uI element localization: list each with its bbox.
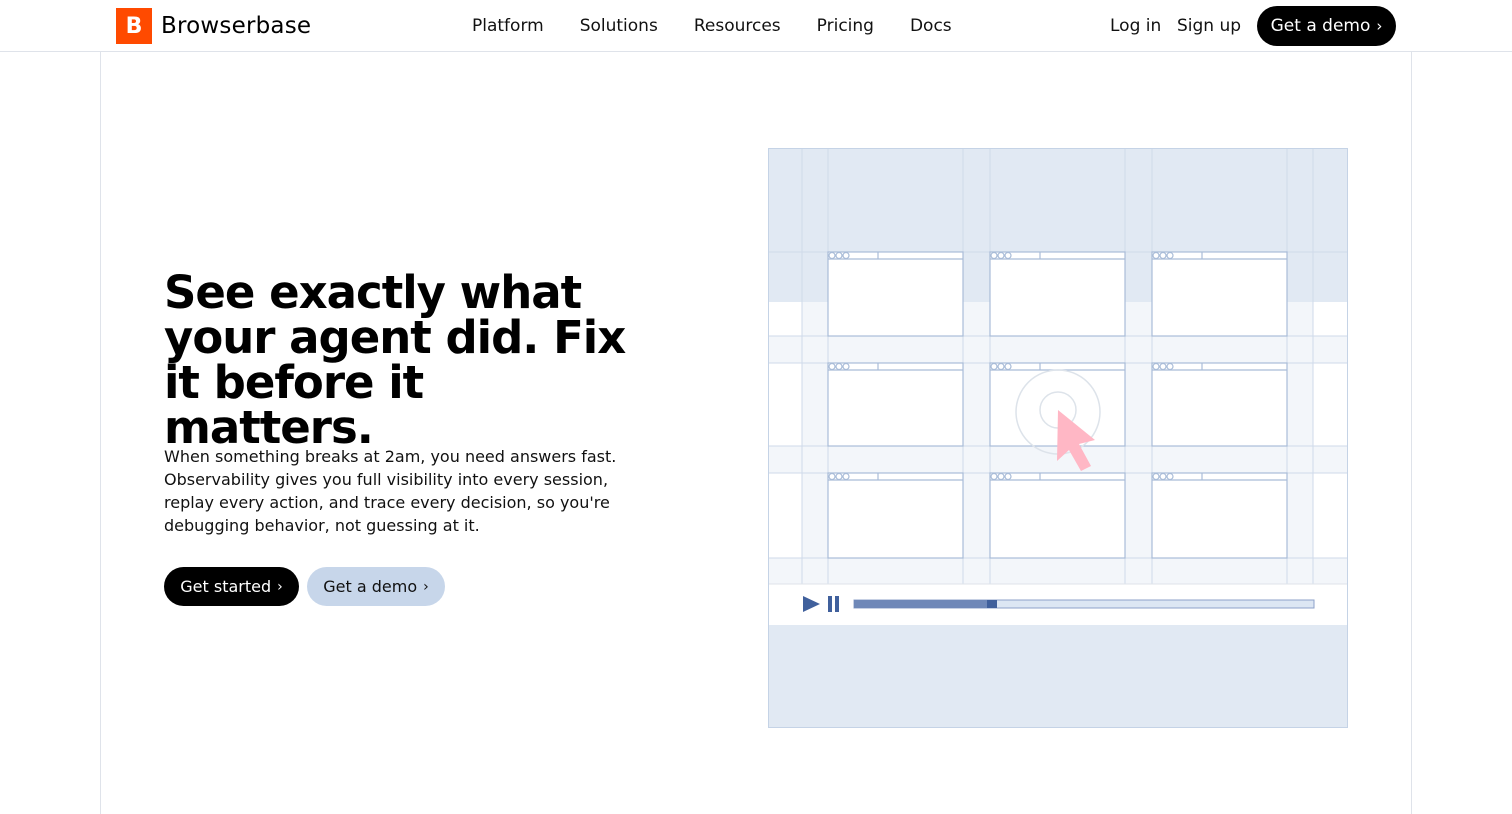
- brand-logo-link[interactable]: B Browserbase: [116, 8, 311, 44]
- nav-item-solutions[interactable]: Solutions: [580, 16, 658, 36]
- signup-link[interactable]: Sign up: [1177, 16, 1241, 36]
- browser-window: [1151, 362, 1288, 447]
- nav-demo-button[interactable]: Get a demo ›: [1257, 6, 1396, 46]
- get-started-label: Get started: [180, 577, 272, 596]
- nav-item-pricing[interactable]: Pricing: [817, 16, 874, 36]
- chevron-right-icon: ›: [1376, 17, 1383, 35]
- browser-window: [989, 472, 1126, 559]
- brand-name: Browserbase: [161, 13, 312, 39]
- browser-window: [827, 472, 964, 559]
- nav-demo-label: Get a demo: [1270, 16, 1371, 36]
- nav-item-platform[interactable]: Platform: [472, 16, 544, 36]
- hero-description: When something breaks at 2am, you need a…: [164, 447, 617, 535]
- hero-headline: See exactly what your agent did. Fix it …: [164, 266, 626, 454]
- brand-logo-letter: B: [125, 13, 143, 39]
- main-menu: Platform Solutions Resources Pricing Doc…: [472, 16, 988, 36]
- browser-window: [989, 362, 1126, 447]
- get-started-button[interactable]: Get started ›: [164, 567, 299, 606]
- illustration-bottom-band: [768, 625, 1348, 728]
- chevron-right-icon: ›: [277, 578, 283, 595]
- top-nav: B Browserbase Platform Solutions Resourc…: [0, 0, 1512, 52]
- frame-line-right: [1411, 52, 1412, 814]
- browser-window: [1151, 251, 1288, 337]
- browser-window: [827, 362, 964, 447]
- nav-item-docs[interactable]: Docs: [910, 16, 952, 36]
- chevron-right-icon: ›: [423, 578, 429, 595]
- browser-window-grid: [827, 251, 1288, 559]
- hero-demo-button[interactable]: Get a demo ›: [307, 567, 445, 606]
- session-replay-illustration: [768, 148, 1348, 728]
- frame-line-left: [100, 52, 101, 814]
- progress-handle: [987, 600, 997, 608]
- browser-window: [989, 251, 1126, 337]
- browser-window: [827, 251, 964, 337]
- login-link[interactable]: Log in: [1110, 16, 1161, 36]
- nav-item-resources[interactable]: Resources: [694, 16, 781, 36]
- progress-fill: [854, 600, 997, 608]
- browser-window: [1151, 472, 1288, 559]
- brand-logo-mark: B: [116, 8, 152, 44]
- hero-demo-label: Get a demo: [323, 577, 418, 596]
